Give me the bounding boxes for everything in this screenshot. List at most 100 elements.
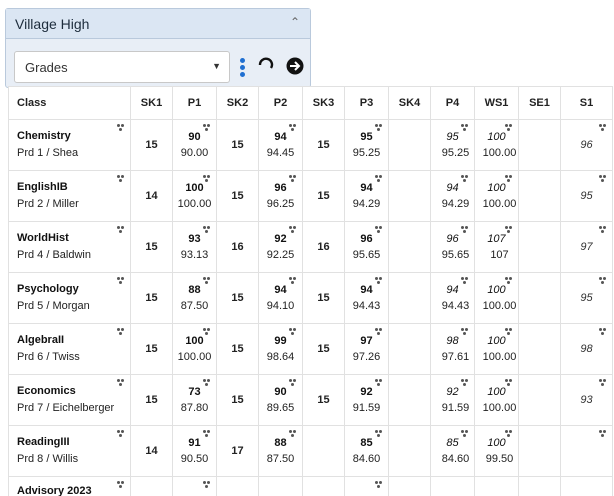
column-header[interactable]: P2: [258, 86, 303, 120]
term-select[interactable]: Grades ▼: [14, 51, 230, 83]
grade-cell[interactable]: 85 84.60: [430, 425, 475, 477]
more-dots-icon[interactable]: [375, 277, 383, 285]
grade-cell[interactable]: 96 95.65: [344, 221, 389, 273]
column-header[interactable]: SK3: [302, 86, 345, 120]
class-cell[interactable]: Chemistry Prd 1 / Shea: [8, 119, 131, 171]
grade-cell[interactable]: 88 87.50: [258, 425, 303, 477]
grade-cell[interactable]: 88 87.50: [172, 272, 217, 324]
semester-cell[interactable]: 95: [560, 272, 613, 324]
grade-cell[interactable]: 100 100.00: [474, 170, 519, 222]
semester-cell[interactable]: [560, 425, 613, 477]
refresh-icon[interactable]: [258, 56, 274, 72]
more-dots-icon[interactable]: [461, 175, 469, 183]
column-header[interactable]: S1: [560, 86, 613, 120]
more-dots-icon[interactable]: [117, 277, 125, 285]
grade-cell[interactable]: 100 99.50: [474, 425, 519, 477]
column-header[interactable]: P4: [430, 86, 475, 120]
column-header[interactable]: WS1: [474, 86, 519, 120]
more-dots-icon[interactable]: [375, 226, 383, 234]
more-options-icon[interactable]: [240, 58, 246, 78]
grade-cell[interactable]: 96 96.25: [258, 170, 303, 222]
more-dots-icon[interactable]: [289, 277, 297, 285]
grade-cell[interactable]: 94 94.43: [430, 272, 475, 324]
grade-cell[interactable]: 91 90.50: [172, 425, 217, 477]
grade-cell[interactable]: 95 95.25: [430, 119, 475, 171]
column-header[interactable]: P3: [344, 86, 389, 120]
more-dots-icon[interactable]: [505, 379, 513, 387]
grade-cell[interactable]: 100 100.00: [172, 170, 217, 222]
more-dots-icon[interactable]: [505, 277, 513, 285]
semester-cell[interactable]: 93: [560, 374, 613, 426]
more-dots-icon[interactable]: [289, 430, 297, 438]
more-dots-icon[interactable]: [375, 124, 383, 132]
more-dots-icon[interactable]: [203, 124, 211, 132]
grade-cell[interactable]: 90 90.00: [172, 119, 217, 171]
grade-cell[interactable]: 100 100.00: [172, 323, 217, 375]
grade-cell[interactable]: 100 100.00: [474, 119, 519, 171]
more-dots-icon[interactable]: [599, 226, 607, 234]
more-dots-icon[interactable]: [117, 328, 125, 336]
more-dots-icon[interactable]: [505, 328, 513, 336]
more-dots-icon[interactable]: [289, 226, 297, 234]
grade-cell[interactable]: 99 98.64: [258, 323, 303, 375]
more-dots-icon[interactable]: [289, 124, 297, 132]
more-dots-icon[interactable]: [117, 226, 125, 234]
more-dots-icon[interactable]: [203, 481, 211, 489]
grade-cell[interactable]: 90 89.65: [258, 374, 303, 426]
semester-cell[interactable]: 96: [560, 119, 613, 171]
class-cell[interactable]: Psychology Prd 5 / Morgan: [8, 272, 131, 324]
more-dots-icon[interactable]: [461, 277, 469, 285]
more-dots-icon[interactable]: [203, 277, 211, 285]
more-dots-icon[interactable]: [203, 226, 211, 234]
more-dots-icon[interactable]: [117, 481, 125, 489]
more-dots-icon[interactable]: [375, 430, 383, 438]
grade-cell[interactable]: 94 94.10: [258, 272, 303, 324]
class-cell[interactable]: WorldHist Prd 4 / Baldwin: [8, 221, 131, 273]
more-dots-icon[interactable]: [375, 481, 383, 489]
more-dots-icon[interactable]: [505, 226, 513, 234]
semester-cell[interactable]: 98: [560, 323, 613, 375]
grade-cell[interactable]: 92 92.25: [258, 221, 303, 273]
more-dots-icon[interactable]: [289, 379, 297, 387]
more-dots-icon[interactable]: [505, 430, 513, 438]
class-cell[interactable]: Advisory 2023: [8, 476, 131, 496]
more-dots-icon[interactable]: [461, 379, 469, 387]
grade-cell[interactable]: 97 97.26: [344, 323, 389, 375]
more-dots-icon[interactable]: [505, 124, 513, 132]
grade-cell[interactable]: 95 95.25: [344, 119, 389, 171]
semester-cell[interactable]: 97: [560, 221, 613, 273]
more-dots-icon[interactable]: [289, 175, 297, 183]
column-header[interactable]: SK2: [216, 86, 259, 120]
class-cell[interactable]: Economics Prd 7 / Eichelberger: [8, 374, 131, 426]
class-cell[interactable]: AlgebraII Prd 6 / Twiss: [8, 323, 131, 375]
more-dots-icon[interactable]: [203, 175, 211, 183]
more-dots-icon[interactable]: [599, 430, 607, 438]
column-header[interactable]: P1: [172, 86, 217, 120]
column-header[interactable]: SK1: [130, 86, 173, 120]
grade-cell[interactable]: 96 95.65: [430, 221, 475, 273]
more-dots-icon[interactable]: [203, 430, 211, 438]
more-dots-icon[interactable]: [203, 379, 211, 387]
collapse-icon[interactable]: ⌃: [290, 15, 300, 29]
more-dots-icon[interactable]: [461, 328, 469, 336]
more-dots-icon[interactable]: [203, 328, 211, 336]
column-header[interactable]: SE1: [518, 86, 561, 120]
grade-cell[interactable]: 92 91.59: [344, 374, 389, 426]
grade-cell[interactable]: 100 100.00: [474, 272, 519, 324]
more-dots-icon[interactable]: [117, 124, 125, 132]
more-dots-icon[interactable]: [375, 379, 383, 387]
more-dots-icon[interactable]: [289, 328, 297, 336]
column-header[interactable]: Class: [8, 86, 131, 120]
more-dots-icon[interactable]: [375, 175, 383, 183]
more-dots-icon[interactable]: [599, 124, 607, 132]
grade-cell[interactable]: 85 84.60: [344, 425, 389, 477]
more-dots-icon[interactable]: [117, 175, 125, 183]
more-dots-icon[interactable]: [461, 226, 469, 234]
more-dots-icon[interactable]: [117, 430, 125, 438]
school-selector[interactable]: Village High ⌃: [6, 9, 310, 39]
semester-cell[interactable]: 95: [560, 170, 613, 222]
grade-cell[interactable]: 98 97.61: [430, 323, 475, 375]
more-dots-icon[interactable]: [461, 124, 469, 132]
grade-cell[interactable]: 94 94.43: [344, 272, 389, 324]
grade-cell[interactable]: 73 87.80: [172, 374, 217, 426]
